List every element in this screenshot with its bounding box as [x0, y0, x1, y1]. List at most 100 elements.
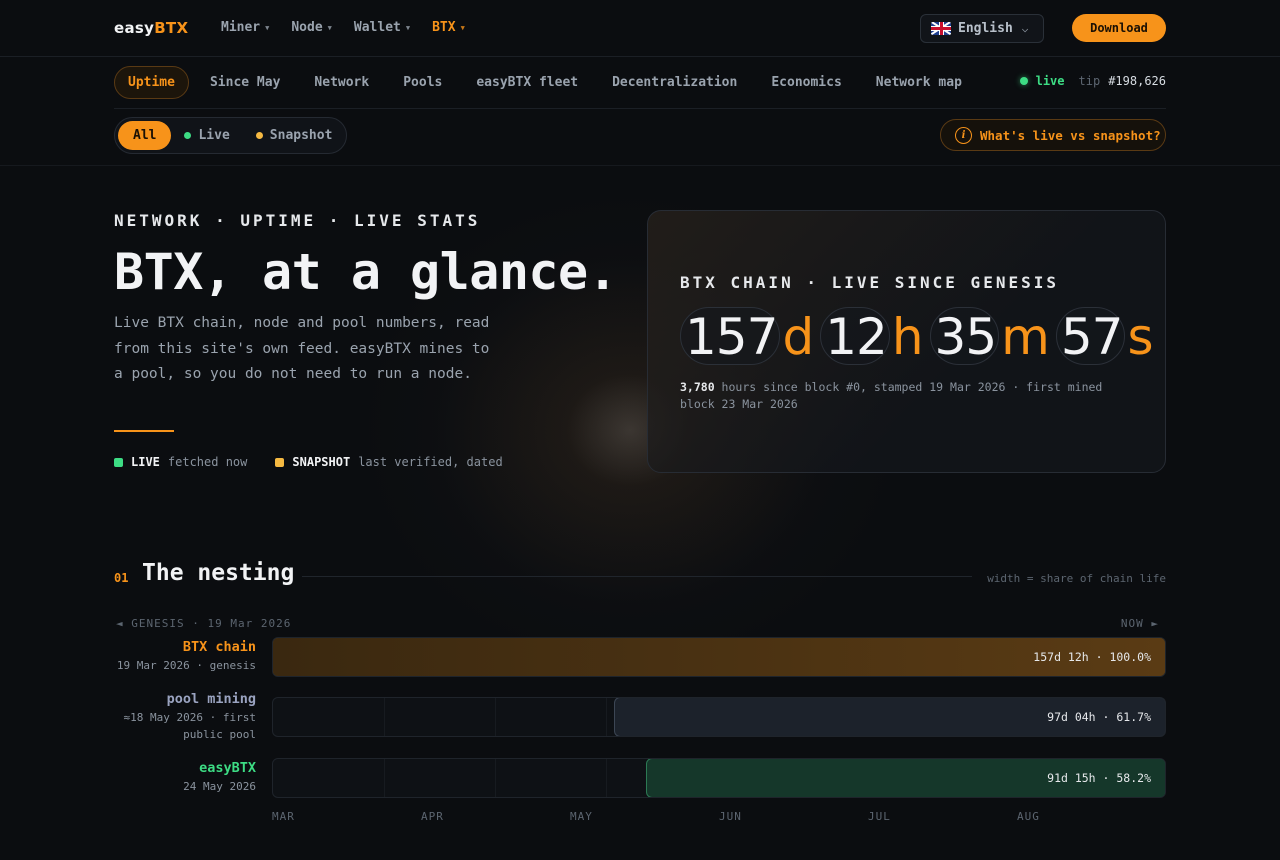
- whats-live-button[interactable]: i What's live vs snapshot?: [940, 119, 1166, 151]
- counter-value: 57: [1055, 307, 1126, 366]
- counter-cell: 57 s: [1055, 307, 1154, 366]
- timeline-row-label: pool mining ≈18 May 2026 · first public p…: [106, 691, 256, 743]
- snapshot-legend-label: SNAPSHOT: [292, 455, 351, 469]
- timeline-row-name: pool mining: [166, 691, 256, 707]
- timeline-row-name: easyBTX: [199, 760, 256, 776]
- timeline-row-label: easyBTX 24 May 2026: [106, 760, 256, 795]
- timeline-bar-value: 97d 04h · 61.7%: [1047, 710, 1151, 724]
- menu-label: Wallet: [353, 20, 401, 35]
- timeline-row-label: BTX chain 19 Mar 2026 · genesis: [106, 639, 256, 674]
- caret-down-icon: ▼: [327, 23, 332, 32]
- menu-label: BTX: [432, 20, 456, 35]
- download-button[interactable]: Download: [1072, 14, 1166, 42]
- month-tick-label: MAY: [570, 810, 593, 823]
- tab-easybtx-fleet[interactable]: easyBTX fleet: [459, 66, 595, 99]
- tab-pools[interactable]: Pools: [386, 66, 459, 99]
- menu-label: Node: [291, 20, 323, 35]
- counter-unit: h: [891, 308, 924, 366]
- counter-cell: 35 m: [929, 307, 1050, 366]
- timeline-row-date: 24 May 2026: [183, 780, 256, 793]
- timeline-bar-pool: 97d 04h · 61.7%: [614, 698, 1165, 736]
- month-tick-label: AUG: [1017, 810, 1040, 823]
- filter-label: Live: [198, 128, 230, 143]
- caret-down-icon: ▼: [405, 23, 411, 32]
- timeline-row-date: ≈18 May 2026 · first public pool: [123, 711, 256, 741]
- status-dot-icon: [255, 132, 263, 139]
- chevron-down-icon: ⌵: [1021, 22, 1029, 35]
- filter-all[interactable]: All: [118, 121, 172, 150]
- tip-label: tip: [1078, 74, 1101, 88]
- menu-item-node[interactable]: Node ▼: [291, 20, 332, 35]
- filter-label: Snapshot: [269, 128, 333, 143]
- counter-unit: m: [1001, 308, 1050, 366]
- month-tick-label: JUN: [719, 810, 742, 823]
- tab-economics[interactable]: Economics: [754, 66, 858, 99]
- divider: [0, 165, 1280, 166]
- data-filter-group: All Live Snapshot: [114, 117, 347, 154]
- menu-item-btx[interactable]: BTX ▼: [432, 20, 465, 35]
- page-title: BTX, at a glance.: [114, 243, 618, 301]
- snapshot-legend-swatch: [275, 457, 285, 467]
- chain-tip-status: live tip #198,626: [1019, 74, 1166, 88]
- whats-live-label: What's live vs snapshot?: [980, 127, 1161, 143]
- tab-decentralization[interactable]: Decentralization: [595, 66, 754, 99]
- main-menu: Miner ▼ Node ▼ Wallet ▼ BTX ▼: [221, 20, 465, 35]
- tip-value: #198,626: [1108, 74, 1166, 88]
- timeline-bar-easy: 91d 15h · 58.2%: [646, 759, 1165, 797]
- hero-eyebrow: NETWORK · UPTIME · LIVE STATS: [114, 211, 481, 230]
- timeline-row-name: BTX chain: [182, 639, 256, 655]
- month-axis: MAR APR MAY JUN JUL AUG: [272, 810, 1166, 824]
- counter-value: 12: [820, 307, 890, 366]
- month-tick-label: JUL: [868, 810, 891, 823]
- top-navigation: easyBTX Miner ▼ Node ▼ Wallet ▼ BTX ▼ Englis…: [0, 0, 1280, 57]
- section-number: 01: [114, 571, 129, 585]
- menu-label: Miner: [221, 20, 261, 35]
- tab-network[interactable]: Network: [297, 66, 386, 99]
- timeline-track: 157d 12h · 100.0%: [272, 637, 1166, 677]
- timeline-axis-end: NOW ►: [1120, 617, 1159, 630]
- brand-name-b: BTX: [154, 19, 189, 37]
- section-tabs: Uptime Since May Network Pools easyBTX fleet…: [114, 66, 1166, 99]
- timeline-bar-value: 157d 12h · 100.0%: [1033, 650, 1151, 664]
- panel-note: 3,780 hours since block #0, stamped 19 M…: [680, 379, 1140, 413]
- filter-snapshot[interactable]: Snapshot: [243, 121, 346, 150]
- panel-note-text: hours since block #0, stamped 19 Mar 202…: [680, 380, 1103, 411]
- brand-name-a: easy: [114, 19, 155, 37]
- timeline-axis-start: ◄ GENESIS · 19 Mar 2026: [116, 617, 292, 630]
- timeline-bar-chain: 157d 12h · 100.0%: [273, 638, 1165, 676]
- timeline-track: 91d 15h · 58.2%: [272, 758, 1166, 798]
- live-legend-text: fetched now: [167, 455, 248, 469]
- caret-down-icon: ▼: [265, 23, 270, 32]
- tab-since-may[interactable]: Since May: [193, 66, 297, 99]
- uptime-panel: BTX CHAIN · LIVE SINCE GENESIS 157 d 12 h 35…: [647, 210, 1166, 473]
- month-tick-label: APR: [421, 810, 444, 823]
- tab-network-map[interactable]: Network map: [859, 66, 979, 99]
- menu-item-miner[interactable]: Miner ▼: [221, 20, 269, 35]
- brand-logo[interactable]: easyBTX: [114, 19, 188, 37]
- language-selector[interactable]: English ⌵: [920, 14, 1044, 43]
- live-legend-label: LIVE: [131, 455, 160, 469]
- language-label: English: [958, 21, 1013, 36]
- section-rule: [302, 576, 972, 577]
- snapshot-legend-text: last verified, dated: [358, 455, 503, 469]
- status-dot-icon: [184, 132, 192, 139]
- caret-down-icon: ▼: [460, 23, 465, 32]
- hours-count: 3,780: [680, 380, 715, 394]
- tab-uptime[interactable]: Uptime: [114, 66, 189, 99]
- live-status-label: live: [1035, 74, 1065, 88]
- timeline-track: 97d 04h · 61.7%: [272, 697, 1166, 737]
- month-tick-label: MAR: [272, 810, 295, 823]
- counter-cell: 157 d: [680, 307, 814, 366]
- hero-description: Live BTX chain, node and pool numbers, r…: [114, 315, 490, 382]
- timeline-row-date: 19 Mar 2026 · genesis: [116, 659, 256, 672]
- divider: [114, 108, 1166, 109]
- section-title: The nesting: [142, 560, 295, 586]
- uptime-counter: 157 d 12 h 35 m 57 s: [680, 307, 1154, 366]
- counter-value: 157: [680, 307, 781, 366]
- menu-item-wallet[interactable]: Wallet ▼: [354, 20, 410, 35]
- info-icon: i: [955, 126, 972, 144]
- counter-value: 35: [929, 307, 1000, 366]
- filter-live[interactable]: Live: [171, 121, 242, 150]
- accent-rule: [114, 430, 174, 432]
- uk-flag-icon: [931, 22, 951, 35]
